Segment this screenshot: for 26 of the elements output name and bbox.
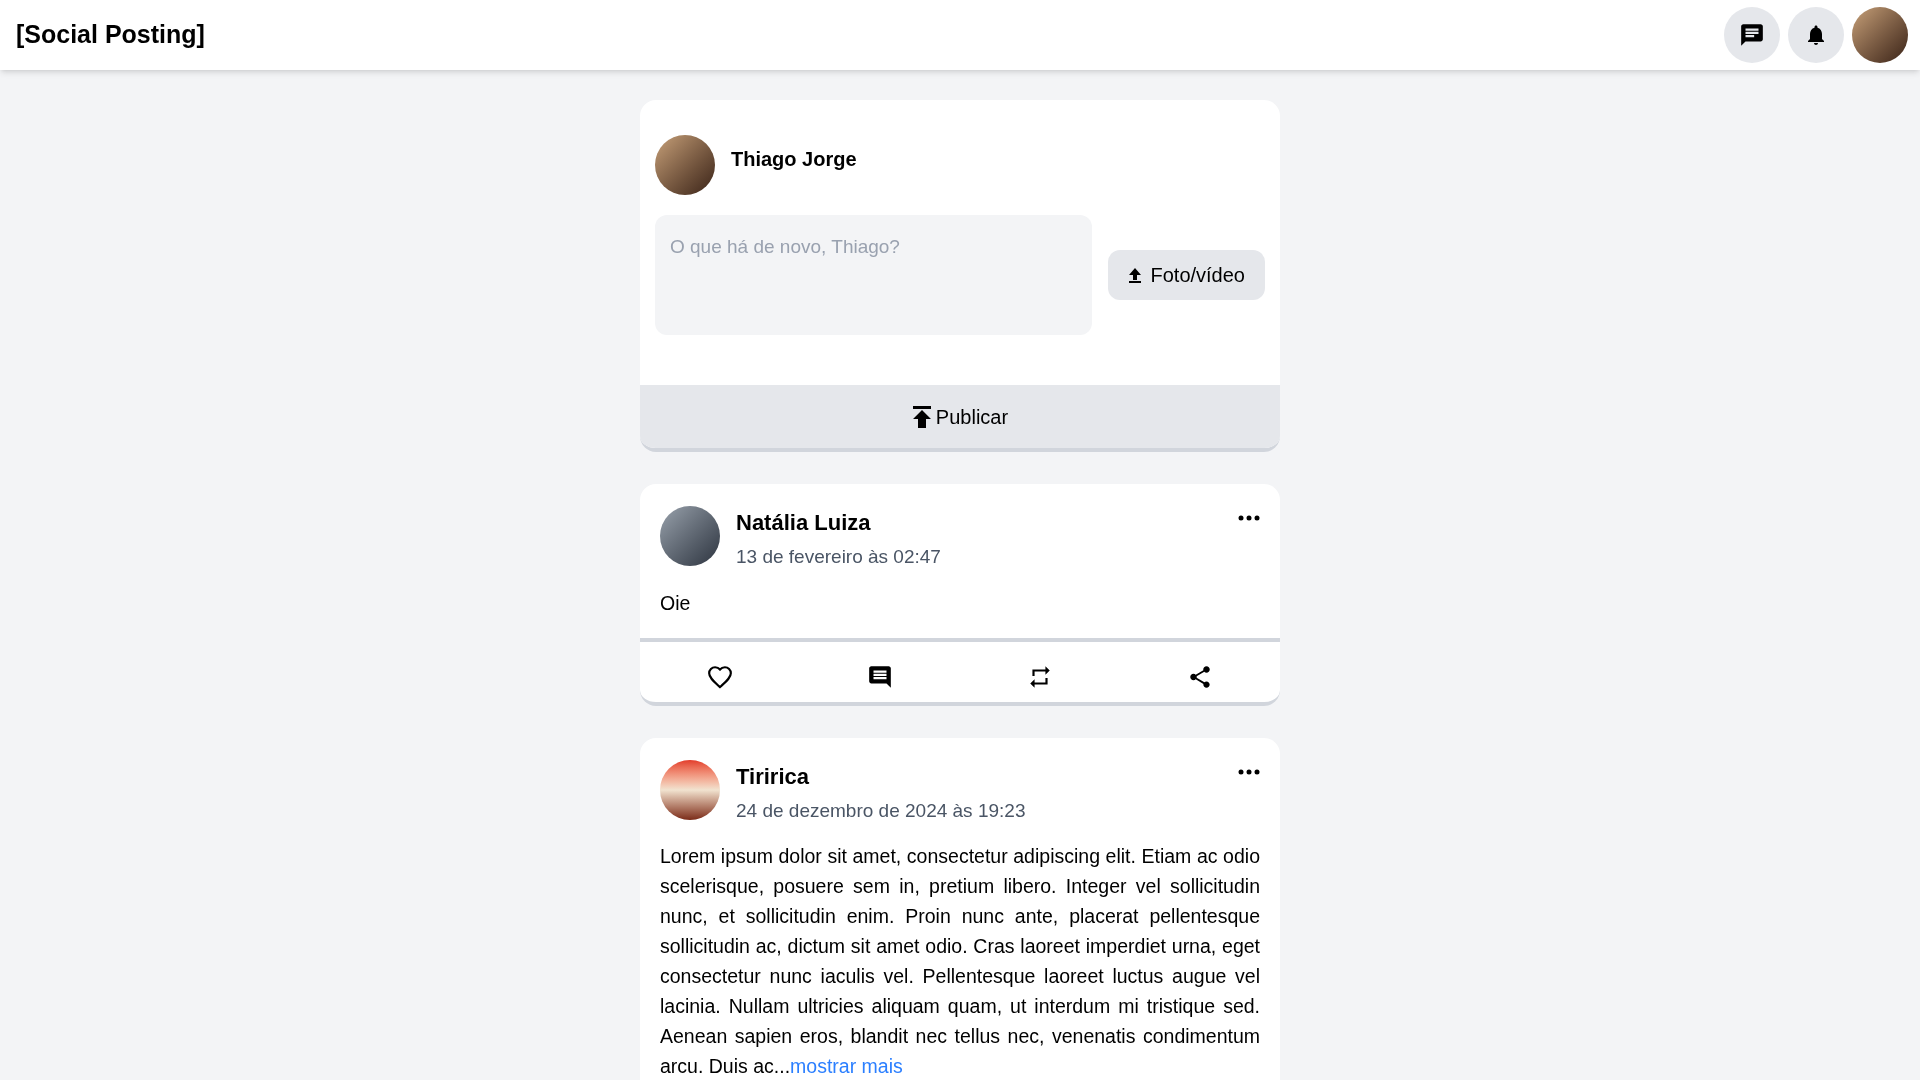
- author-name: Tiririca: [736, 762, 810, 791]
- post-input-field[interactable]: O que há de novo, Thiago?: [655, 215, 1093, 335]
- user-avatar: [655, 135, 715, 195]
- chat-icon: [1739, 22, 1765, 48]
- more-options-icon[interactable]: [1238, 514, 1260, 522]
- upload-icon: [1128, 267, 1143, 283]
- author-name: Thiago Jorge: [731, 147, 857, 172]
- publish-button[interactable]: Publicar: [640, 385, 1280, 448]
- post-date: 13 de fevereiro às 02:47: [736, 545, 942, 569]
- author-name: Natália Luiza: [736, 509, 872, 537]
- app-title: [Social Posting]: [16, 19, 205, 51]
- share-icon: [1187, 663, 1213, 690]
- upload-icon: [911, 405, 932, 428]
- profile-avatar[interactable]: [1852, 7, 1908, 63]
- comment-icon: [867, 663, 893, 690]
- show-more-link[interactable]: mostrar mais: [790, 1055, 903, 1077]
- post-text: Oie: [660, 590, 692, 616]
- more-options-icon[interactable]: [1238, 767, 1260, 776]
- heart-icon: [707, 663, 733, 690]
- user-avatar: [660, 506, 720, 566]
- photo-video-button[interactable]: Foto/vídeo: [1108, 250, 1265, 300]
- notifications-button[interactable]: [1788, 7, 1844, 63]
- post-date: 24 de dezembro de 2024 às 19:23: [736, 798, 1027, 823]
- repeat-icon: [1027, 663, 1053, 690]
- messages-button[interactable]: [1724, 7, 1780, 63]
- post-text: Lorem ipsum dolor sit amet, consectetur adipiscing elit. Etiam ac odio scelerisque, posuere sem in, pretium libero. Integer vel sollicitudin nunc, et sollicitudin enim. Proin nunc ante, placerat pellentesque sollicitudin ac, dictum sit amet odio. Cras laoreet imperdiet urna, eget consectetur nunc iaculis vel. Pellentesque laoreet luctus augue vel lacinia. Nullam ultricies aliquam quam, ut interdum mi tristique sed. Aenean sapien eros, blandit nec tellus nec, venenatis condimentum arcu. Duis ac...mostrar mais: [660, 844, 1260, 1079]
